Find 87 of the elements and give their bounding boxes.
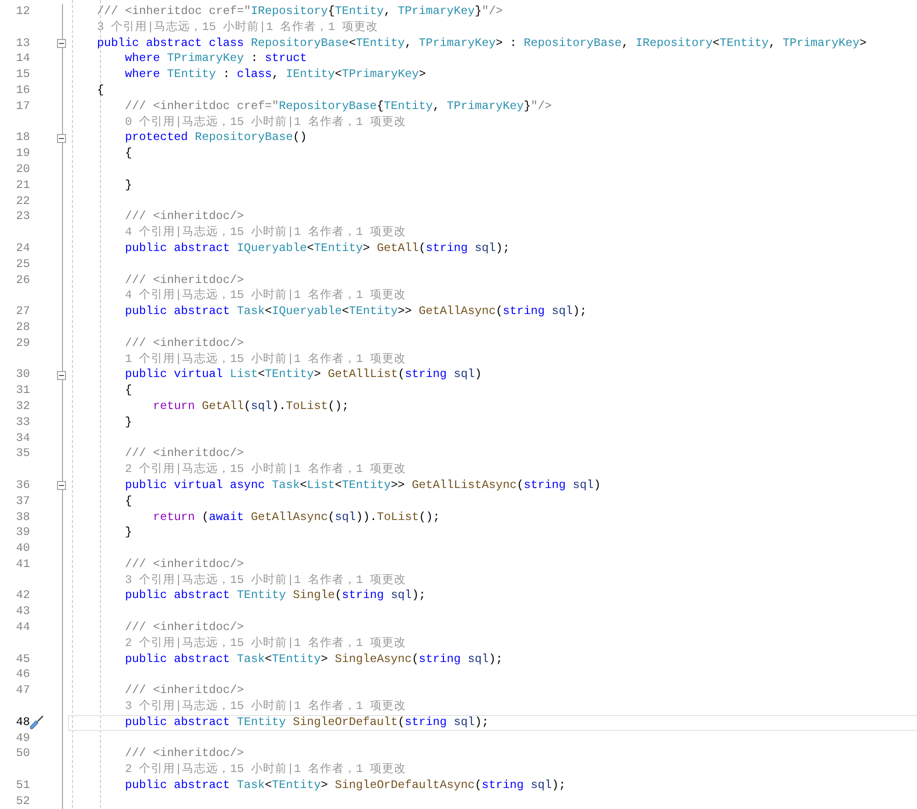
collapse-icon[interactable] (56, 481, 66, 490)
line-number: 45 (16, 652, 30, 666)
line-number: 24 (16, 240, 30, 255)
code-line: } (124, 178, 132, 192)
line-number: 34 (16, 430, 30, 445)
line-number: 21 (16, 178, 30, 192)
line-number: 48 (16, 714, 30, 729)
line-number: 18 (16, 130, 30, 144)
code-line: /// <inheritdoc/> (124, 446, 244, 460)
code-lens[interactable]: 2 个引用|马志远，15 小时前|1 名作者，1 项更改 (124, 636, 406, 650)
line-number: 32 (16, 398, 30, 413)
code-lens[interactable]: 1 个引用|马志远，15 小时前|1 名作者，1 项更改 (124, 352, 406, 366)
line-number: 50 (16, 746, 30, 760)
line-number: 14 (16, 51, 30, 66)
code-line: /// <inheritdoc/> (124, 620, 244, 634)
code-line: public abstract TEntity SingleOrDefault(string sql); (124, 714, 489, 729)
code-line: /// <inheritdoc/> (124, 556, 244, 571)
code-line: { (96, 82, 104, 97)
code-line: where TPrimaryKey : struct (124, 51, 307, 66)
code-line: return GetAll(sql).ToList(); (152, 398, 349, 413)
code-line: { (124, 146, 132, 160)
screwdriver-icon[interactable] (29, 714, 45, 730)
code-line: { (124, 383, 132, 398)
code-lens[interactable]: 2 个引用|马志远，15 小时前|1 名作者，1 项更改 (124, 762, 406, 776)
code-line: /// <inheritdoc cref="IRepository{TEntity, TPrimaryKey}"/> (96, 4, 503, 18)
line-number: 31 (16, 383, 30, 398)
line-number: 36 (16, 478, 30, 492)
code-line: } (124, 525, 132, 540)
code-lens[interactable]: 0 个引用|马志远，15 小时前|1 名作者，1 项更改 (124, 114, 406, 129)
line-number: 16 (16, 82, 30, 97)
line-number: 15 (16, 67, 30, 82)
line-number: 42 (16, 588, 30, 602)
line-number: 38 (16, 510, 30, 524)
code-line: public abstract Task<TEntity> SingleAsync(string sql); (124, 652, 503, 666)
line-number: 43 (16, 604, 30, 618)
line-number: 28 (16, 320, 30, 334)
collapse-icon[interactable] (56, 370, 66, 380)
code-line: /// <inheritdoc/> (124, 683, 244, 698)
code-line: /// <inheritdoc/> (124, 209, 244, 224)
line-number: 39 (16, 525, 30, 540)
code-line: /// <inheritdoc cref="RepositoryBase{TEntity, TPrimaryKey}"/> (124, 98, 552, 113)
line-number: 25 (16, 256, 30, 271)
line-number: 17 (16, 98, 30, 113)
line-number: 47 (16, 683, 30, 698)
code-line: public abstract class RepositoryBase<TEntity, TPrimaryKey> : RepositoryBase, IRepository<TEntity, TPrimaryKey> (96, 36, 867, 50)
code-line: public abstract Task<TEntity> SingleOrDefaultAsync(string sql); (124, 778, 566, 792)
code-line: where TEntity : class, IEntity<TPrimaryKey> (124, 67, 426, 82)
line-number: 29 (16, 336, 30, 350)
line-number: 12 (16, 4, 30, 18)
line-number: 37 (16, 494, 30, 508)
line-number: 19 (16, 146, 30, 160)
code-line: } (124, 414, 132, 429)
line-number: 27 (16, 304, 30, 318)
line-number: 52 (16, 794, 30, 808)
code-line: /// <inheritdoc/> (124, 746, 244, 760)
line-number: 49 (16, 730, 30, 745)
code-lens[interactable]: 2 个引用|马志远，15 小时前|1 名作者，1 项更改 (124, 462, 406, 476)
code-line: public abstract TEntity Single(string sql); (124, 588, 426, 602)
collapse-icon[interactable] (56, 134, 66, 143)
code-lens[interactable]: 4 个引用|马志远，15 小时前|1 名作者，1 项更改 (124, 288, 406, 302)
code-lens[interactable]: 4 个引用|马志远，15 小时前|1 名作者，1 项更改 (124, 225, 406, 240)
code-line: /// <inheritdoc/> (124, 272, 244, 287)
line-number: 46 (16, 667, 30, 682)
line-number: 23 (16, 209, 30, 224)
code-lens[interactable]: 3 个引用|马志远，15 小时前|1 名作者，1 项更改 (96, 20, 378, 34)
line-number: 13 (16, 36, 30, 50)
code-line: /// <inheritdoc/> (124, 336, 244, 350)
code-line: public abstract Task<IQueryable<TEntity>> GetAllAsync(string sql); (124, 304, 587, 318)
collapse-icon[interactable] (56, 38, 66, 48)
line-number: 40 (16, 541, 30, 556)
code-line: protected RepositoryBase() (124, 130, 307, 144)
line-number: 33 (16, 414, 30, 429)
line-number: 20 (16, 162, 30, 176)
line-number: 51 (16, 778, 30, 792)
code-line: public virtual List<TEntity> GetAllList(string sql) (124, 367, 482, 382)
line-number: 30 (16, 367, 30, 382)
code-line: public abstract IQueryable<TEntity> GetAll(string sql); (124, 240, 510, 255)
code-line: public virtual async Task<List<TEntity>> GetAllListAsync(string sql) (124, 478, 601, 492)
code-line: return (await GetAllAsync(sql)).ToList(); (152, 510, 440, 524)
line-number: 22 (16, 194, 30, 208)
code-lens[interactable]: 3 个引用|马志远，15 小时前|1 名作者，1 项更改 (124, 699, 406, 714)
code-lens[interactable]: 3 个引用|马志远，15 小时前|1 名作者，1 项更改 (124, 572, 406, 587)
line-number: 35 (16, 446, 30, 460)
line-number: 44 (16, 620, 30, 634)
line-number: 26 (16, 272, 30, 287)
line-number: 41 (16, 556, 30, 571)
code-line: { (124, 494, 132, 508)
